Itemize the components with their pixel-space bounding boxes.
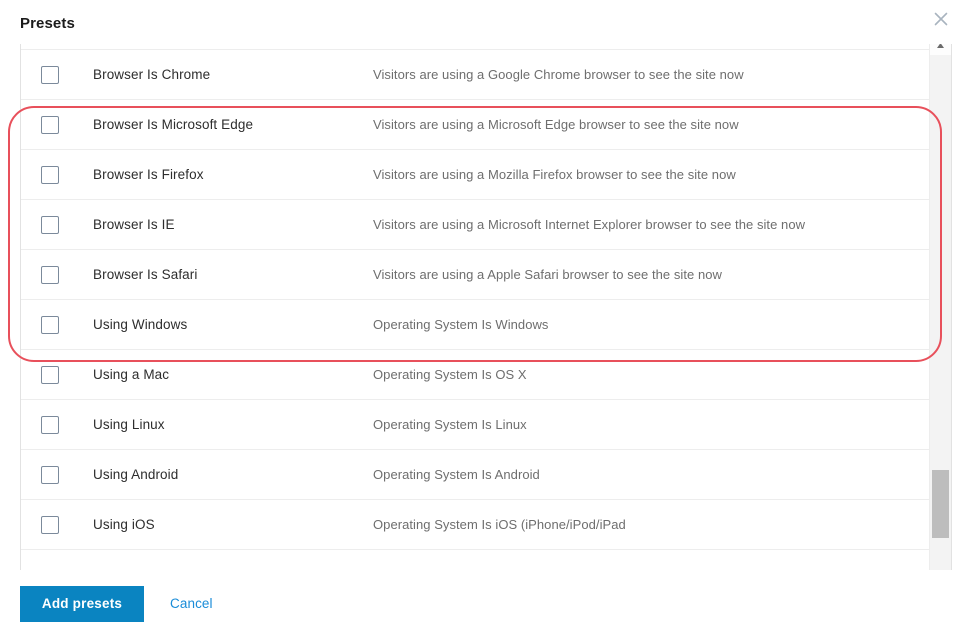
preset-checkbox-cell	[41, 516, 93, 534]
preset-name: Using Windows	[93, 317, 373, 332]
preset-name: Browser Is Microsoft Edge	[93, 117, 373, 132]
preset-name: Using Linux	[93, 417, 373, 432]
dialog-body: Device Is DesktopVisitors are using a de…	[0, 44, 974, 570]
add-presets-button[interactable]: Add presets	[20, 586, 144, 622]
preset-description: Visitors are using a Mozilla Firefox bro…	[373, 167, 929, 182]
preset-checkbox-cell	[41, 316, 93, 334]
dialog-footer: Add presets Cancel	[0, 570, 974, 637]
preset-checkbox-cell	[41, 266, 93, 284]
preset-checkbox[interactable]	[41, 66, 59, 84]
preset-description: Visitors are using a Microsoft Internet …	[373, 217, 929, 232]
preset-name: Browser Is Firefox	[93, 167, 373, 182]
presets-list-scroll[interactable]: Device Is DesktopVisitors are using a de…	[21, 44, 929, 570]
dialog-header: Presets	[0, 0, 974, 44]
preset-checkbox[interactable]	[41, 266, 59, 284]
preset-name: Using iOS	[93, 517, 373, 532]
preset-name: Browser Is IE	[93, 217, 373, 232]
scroll-up-arrow-icon	[936, 44, 945, 49]
preset-description: Operating System Is Linux	[373, 417, 929, 432]
preset-description: Operating System Is iOS (iPhone/iPod/iPa…	[373, 517, 929, 532]
preset-checkbox-cell	[41, 366, 93, 384]
preset-row[interactable]: Browser Is Microsoft EdgeVisitors are us…	[21, 100, 929, 150]
preset-row[interactable]: Browser Is ChromeVisitors are using a Go…	[21, 50, 929, 100]
scroll-up-button[interactable]	[930, 44, 951, 55]
preset-row[interactable]: Using a MacOperating System Is OS X	[21, 350, 929, 400]
preset-description: Visitors are using a Apple Safari browse…	[373, 267, 929, 282]
preset-row[interactable]: Browser Is SafariVisitors are using a Ap…	[21, 250, 929, 300]
preset-checkbox[interactable]	[41, 116, 59, 134]
preset-checkbox-cell	[41, 416, 93, 434]
preset-description: Operating System Is Windows	[373, 317, 929, 332]
preset-checkbox[interactable]	[41, 366, 59, 384]
scrollbar-thumb[interactable]	[932, 470, 949, 538]
preset-checkbox-cell	[41, 466, 93, 484]
preset-description: Operating System Is Android	[373, 467, 929, 482]
preset-row[interactable]: Browser Is FirefoxVisitors are using a M…	[21, 150, 929, 200]
vertical-scrollbar[interactable]	[929, 44, 951, 570]
page-title: Presets	[20, 14, 75, 31]
preset-checkbox-cell	[41, 216, 93, 234]
preset-checkbox[interactable]	[41, 166, 59, 184]
preset-checkbox-cell	[41, 116, 93, 134]
scrollbar-track[interactable]	[930, 55, 951, 570]
preset-row[interactable]: Browser Is IEVisitors are using a Micros…	[21, 200, 929, 250]
preset-checkbox[interactable]	[41, 216, 59, 234]
preset-description: Operating System Is OS X	[373, 367, 929, 382]
preset-name: Browser Is Safari	[93, 267, 373, 282]
presets-dialog: Presets Device Is DesktopVisitors are us…	[0, 0, 974, 637]
preset-row[interactable]: Using iOSOperating System Is iOS (iPhone…	[21, 500, 929, 550]
preset-checkbox[interactable]	[41, 416, 59, 434]
close-button[interactable]	[926, 4, 956, 34]
preset-row[interactable]: Using LinuxOperating System Is Linux	[21, 400, 929, 450]
preset-description: Visitors are using a Google Chrome brows…	[373, 67, 929, 82]
preset-row[interactable]: Using WindowsOperating System Is Windows	[21, 300, 929, 350]
preset-checkbox[interactable]	[41, 316, 59, 334]
preset-description: Visitors are using a Microsoft Edge brow…	[373, 117, 929, 132]
preset-row[interactable]: Using AndroidOperating System Is Android	[21, 450, 929, 500]
preset-name: Browser Is Chrome	[93, 67, 373, 82]
preset-name: Using a Mac	[93, 367, 373, 382]
cancel-button[interactable]: Cancel	[164, 596, 219, 611]
preset-checkbox[interactable]	[41, 466, 59, 484]
preset-checkbox[interactable]	[41, 516, 59, 534]
close-icon	[932, 10, 950, 28]
presets-list-container: Device Is DesktopVisitors are using a de…	[20, 44, 952, 570]
preset-name: Using Android	[93, 467, 373, 482]
preset-checkbox-cell	[41, 66, 93, 84]
preset-checkbox-cell	[41, 166, 93, 184]
